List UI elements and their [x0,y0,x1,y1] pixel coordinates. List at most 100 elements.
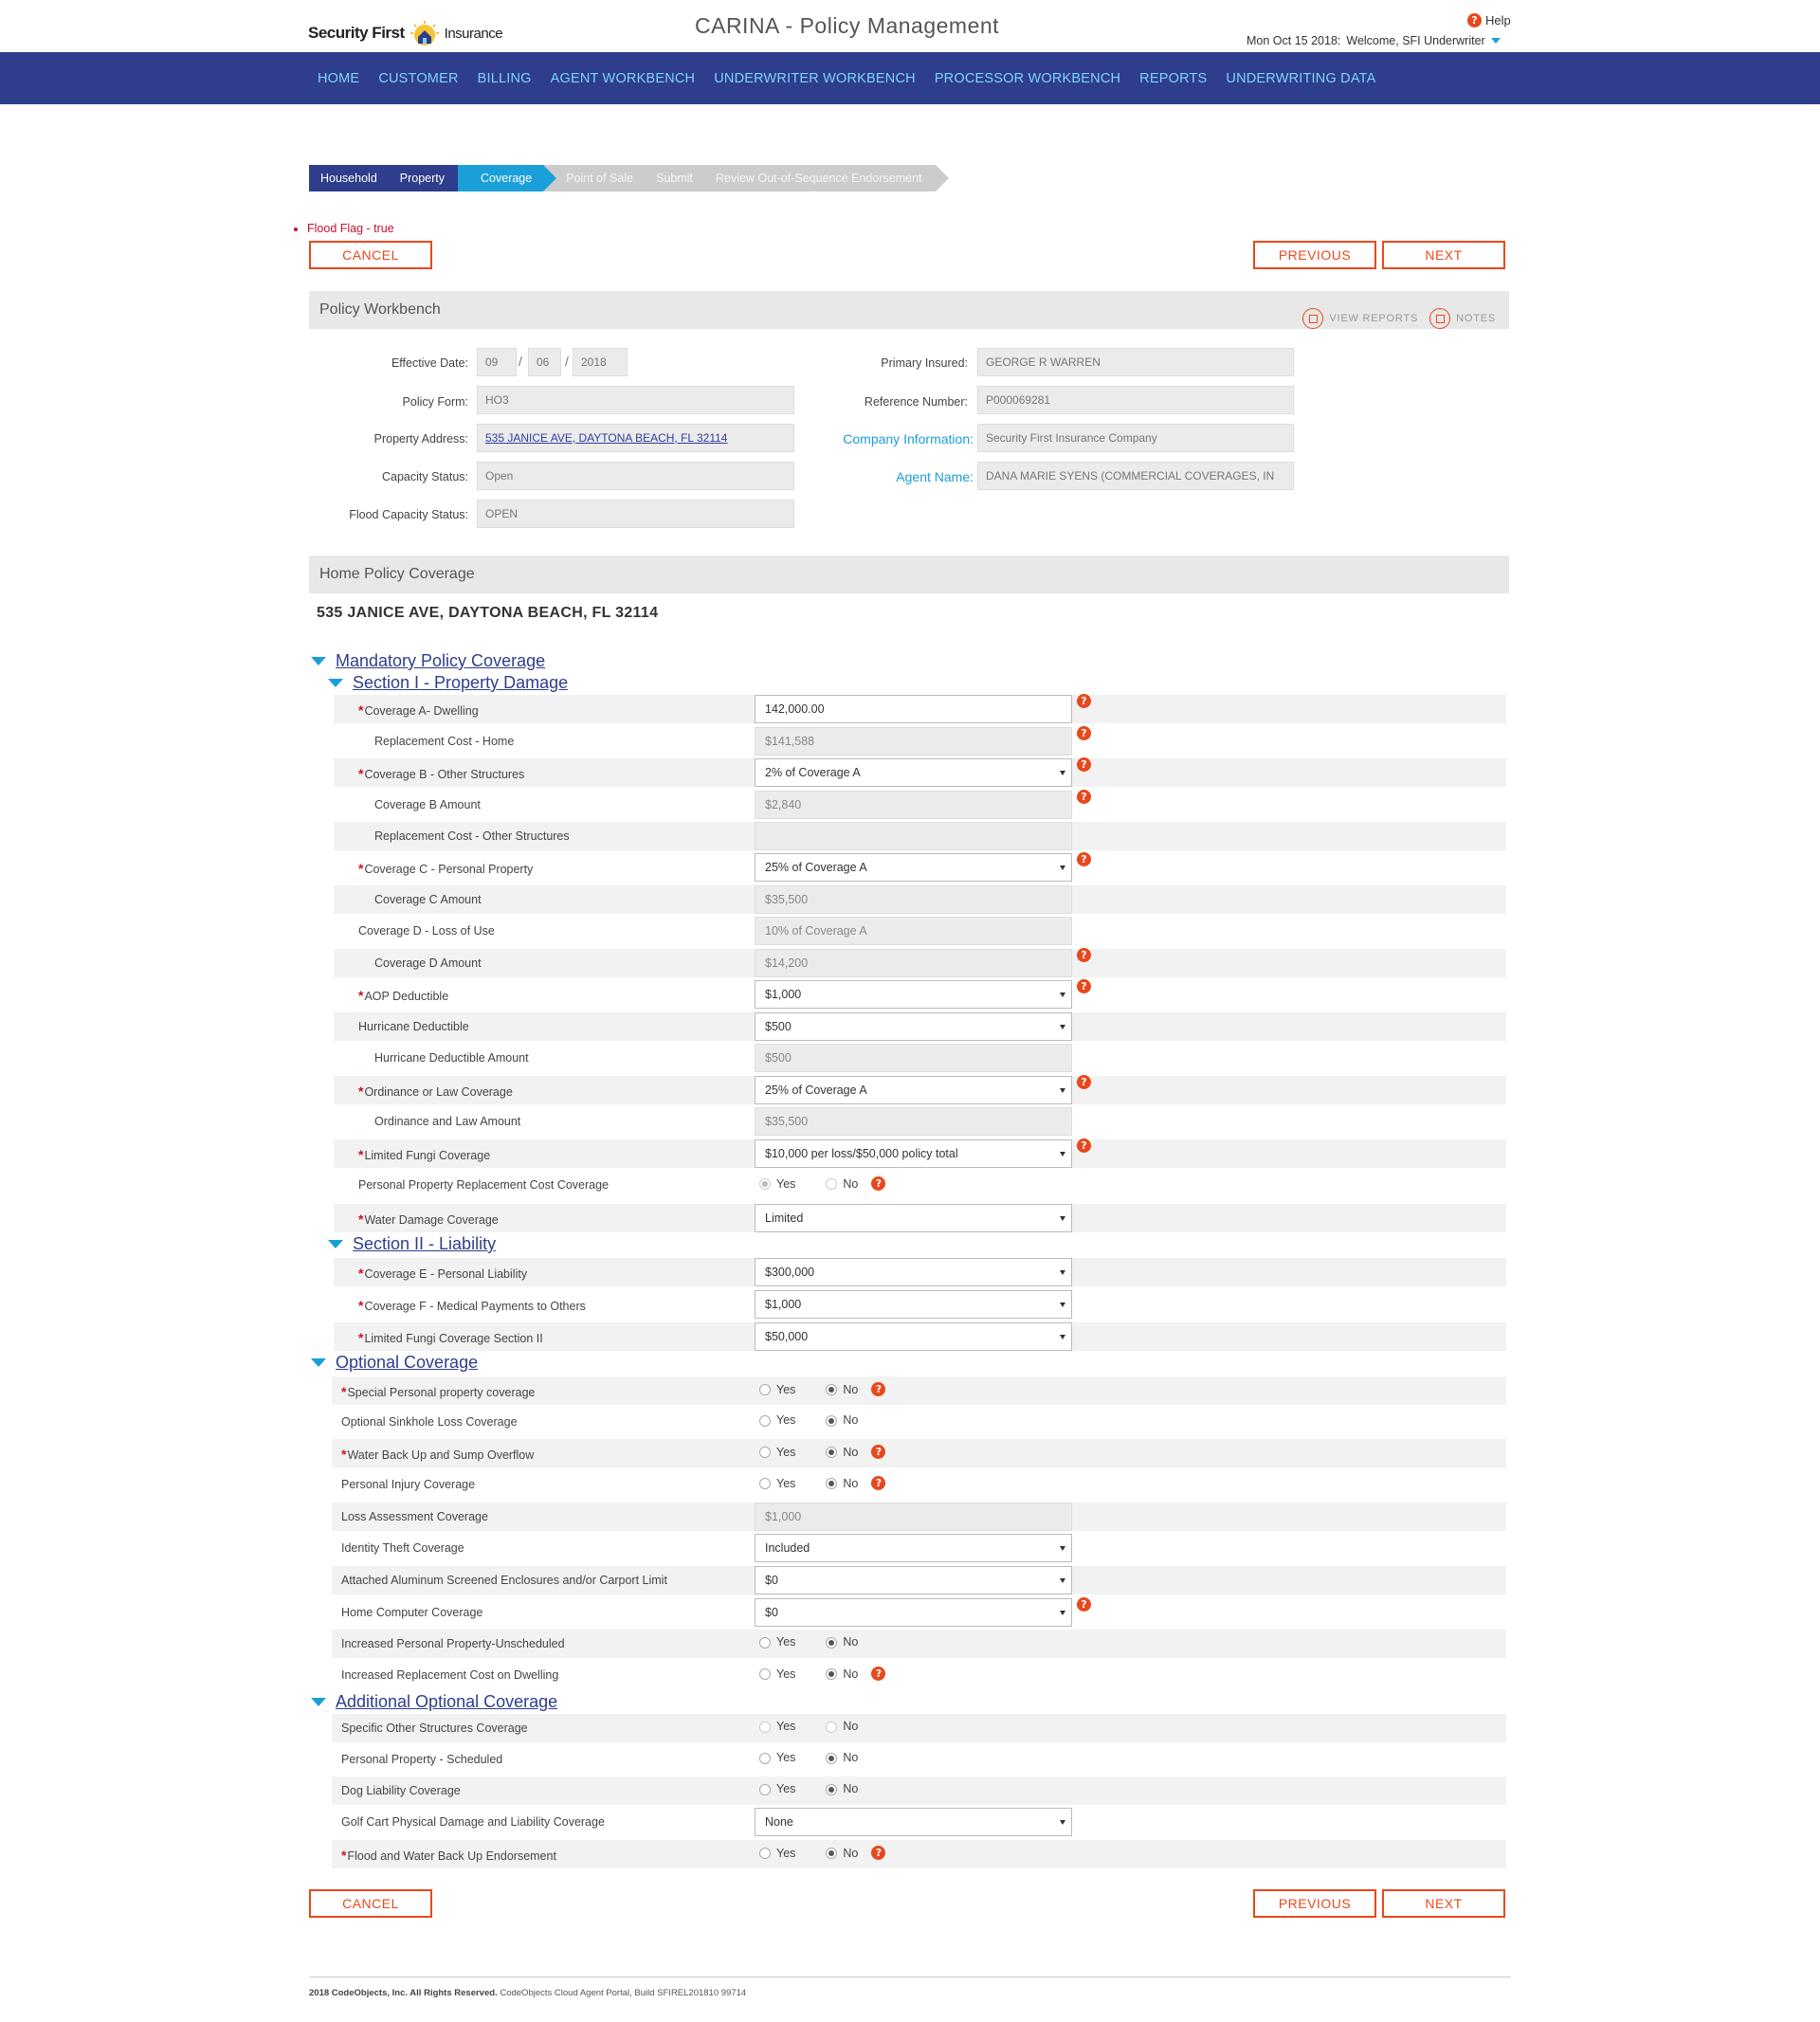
radio-circle-icon[interactable] [759,1384,771,1396]
help-link[interactable]: ? Help [1467,13,1511,27]
radio-no[interactable]: No [826,1720,858,1733]
coverage-select[interactable]: Included [755,1534,1072,1562]
radio-yes[interactable]: Yes [759,1847,795,1860]
radio-circle-icon[interactable] [759,1414,771,1427]
coverage-select[interactable]: None [755,1808,1072,1836]
radio-yes[interactable]: Yes [759,1635,795,1649]
radio-circle-icon[interactable] [826,1668,838,1681]
help-icon[interactable]: ? [1077,948,1091,962]
cancel-button-bottom[interactable]: CANCEL [309,1889,432,1918]
radio-yes[interactable]: Yes [759,1477,795,1490]
coverage-select[interactable]: $0 [755,1598,1072,1627]
help-icon[interactable]: ? [1077,979,1091,993]
radio-circle-icon[interactable] [759,1721,771,1733]
effective-date-day[interactable]: 06 [528,348,561,376]
help-icon[interactable]: ? [1077,1597,1091,1612]
radio-no[interactable]: No [826,1782,858,1795]
property-address-link[interactable]: 535 JANICE AVE, DAYTONA BEACH, FL 32114 [485,431,727,445]
step-submit[interactable]: Submit [645,165,705,191]
step-property[interactable]: Property [388,165,459,191]
notes-link[interactable]: NOTES [1429,300,1496,337]
coverage-select[interactable]: $500 [755,1012,1072,1041]
help-icon[interactable]: ? [871,1846,886,1860]
radio-circle-icon[interactable] [826,1721,838,1733]
nav-home[interactable]: HOME [318,71,359,86]
radio-circle-icon[interactable] [826,1384,838,1396]
help-icon[interactable]: ? [871,1382,886,1396]
radio-yes[interactable]: Yes [759,1177,795,1191]
nav-customer[interactable]: CUSTOMER [378,71,458,86]
nav-reports[interactable]: REPORTS [1139,71,1207,86]
coverage-select[interactable]: $1,000 [755,980,1072,1009]
radio-circle-icon[interactable] [826,1636,838,1649]
help-icon[interactable]: ? [1077,694,1091,708]
nav-underwriter-workbench[interactable]: UNDERWRITER WORKBENCH [714,71,916,86]
help-icon[interactable]: ? [871,1667,886,1681]
nav-billing[interactable]: BILLING [478,71,532,86]
radio-circle-icon[interactable] [826,1478,838,1490]
radio-yes[interactable]: Yes [759,1446,795,1459]
radio-circle-icon[interactable] [759,1752,771,1764]
radio-yes[interactable]: Yes [759,1413,795,1427]
radio-no[interactable]: No [826,1477,858,1490]
coverage-select[interactable]: $1,000 [755,1290,1072,1319]
help-icon[interactable]: ? [871,1176,886,1191]
company-logo[interactable]: Security First Insurance [308,19,503,47]
step-point-of-sale[interactable]: Point of Sale [543,165,646,191]
coverage-select[interactable]: $300,000 [755,1258,1072,1286]
step-household[interactable]: Household [309,165,389,191]
radio-circle-icon[interactable] [759,1848,771,1860]
coverage-select[interactable]: Limited [755,1204,1072,1232]
radio-circle-icon[interactable] [826,1752,838,1764]
radio-circle-icon[interactable] [826,1414,838,1427]
coverage-select[interactable]: $50,000 [755,1322,1072,1351]
coverage-select[interactable]: $10,000 per loss/$50,000 policy total [755,1139,1072,1168]
help-icon[interactable]: ? [871,1476,886,1490]
help-icon[interactable]: ? [1077,790,1091,804]
coverage-select[interactable]: $0 [755,1566,1072,1594]
radio-no[interactable]: No [826,1446,858,1459]
coverage-select[interactable]: 2% of Coverage A [755,758,1072,787]
radio-circle-icon[interactable] [759,1668,771,1681]
radio-circle-icon[interactable] [759,1447,771,1459]
radio-no[interactable]: No [826,1667,858,1681]
radio-yes[interactable]: Yes [759,1720,795,1733]
radio-no[interactable]: No [826,1413,858,1427]
mandatory-coverage-toggle[interactable]: Mandatory Policy Coverage [311,651,545,671]
previous-button[interactable]: PREVIOUS [1253,241,1376,269]
cancel-button[interactable]: CANCEL [309,241,432,269]
agent-name-link[interactable]: Agent Name: [806,469,974,484]
nav-underwriting-data[interactable]: UNDERWRITING DATA [1226,71,1375,86]
step-coverage[interactable]: Coverage [458,165,557,191]
previous-button-bottom[interactable]: PREVIOUS [1253,1889,1376,1918]
help-icon[interactable]: ? [1077,852,1091,866]
help-icon[interactable]: ? [1077,757,1091,772]
effective-date-month[interactable]: 09 [477,348,517,376]
user-menu[interactable]: Mon Oct 15 2018: Welcome, SFI Underwrite… [1247,34,1501,47]
section1-toggle[interactable]: Section I - Property Damage [328,673,568,693]
step-review-endorsement[interactable]: Review Out-of-Sequence Endorsement [704,165,949,191]
radio-circle-icon[interactable] [759,1478,771,1490]
radio-circle-icon[interactable] [826,1783,838,1795]
view-reports-link[interactable]: VIEW REPORTS [1302,300,1418,337]
radio-no[interactable]: No [826,1177,858,1191]
help-icon[interactable]: ? [1077,1075,1091,1089]
help-icon[interactable]: ? [1077,1139,1091,1153]
radio-yes[interactable]: Yes [759,1383,795,1396]
radio-circle-icon[interactable] [759,1783,771,1795]
radio-no[interactable]: No [826,1383,858,1396]
radio-circle-icon[interactable] [759,1636,771,1649]
radio-yes[interactable]: Yes [759,1782,795,1795]
next-button[interactable]: NEXT [1382,241,1505,269]
nav-processor-workbench[interactable]: PROCESSOR WORKBENCH [935,71,1120,86]
effective-date-year[interactable]: 2018 [573,348,628,376]
radio-circle-icon[interactable] [759,1178,771,1191]
section2-toggle[interactable]: Section II - Liability [328,1234,496,1254]
radio-yes[interactable]: Yes [759,1751,795,1764]
nav-agent-workbench[interactable]: AGENT WORKBENCH [551,71,696,86]
chevron-down-icon[interactable] [1490,38,1501,44]
coverage-select[interactable]: 25% of Coverage A [755,1076,1072,1104]
help-icon[interactable]: ? [1077,726,1091,740]
help-icon[interactable]: ? [871,1445,886,1459]
coverage-select[interactable]: 25% of Coverage A [755,853,1072,882]
